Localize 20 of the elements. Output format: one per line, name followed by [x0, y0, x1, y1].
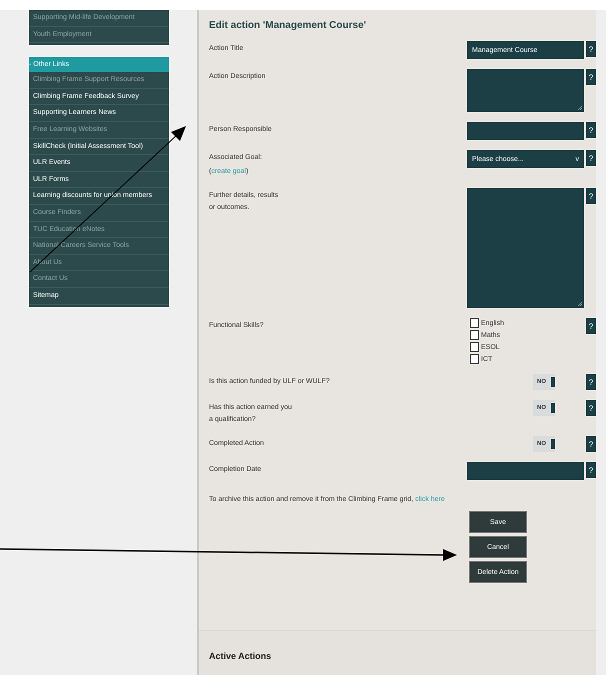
checkbox[interactable]	[470, 354, 479, 364]
resize-grip-icon[interactable]	[578, 106, 582, 110]
checkbox[interactable]	[470, 318, 479, 328]
form-title: Edit action 'Management Course'	[209, 20, 368, 31]
help-button[interactable]: ?	[586, 122, 596, 138]
resize-grip-icon[interactable]	[578, 302, 582, 306]
help-button[interactable]: ?	[586, 436, 596, 452]
section-title: Active Actions	[209, 651, 272, 661]
help-button[interactable]: ?	[586, 400, 596, 416]
help-button[interactable]: ?	[586, 69, 596, 85]
help-button[interactable]: ?	[586, 462, 596, 478]
text-field[interactable]	[467, 462, 584, 480]
checkbox[interactable]	[470, 342, 479, 352]
help-button[interactable]: ?	[586, 188, 596, 204]
help-button[interactable]: ?	[586, 318, 596, 334]
help-button[interactable]: ?	[586, 374, 596, 390]
checkbox[interactable]	[470, 330, 479, 340]
help-button[interactable]: ?	[586, 41, 596, 57]
help-button[interactable]: ?	[586, 150, 596, 166]
text-field[interactable]	[467, 122, 584, 140]
